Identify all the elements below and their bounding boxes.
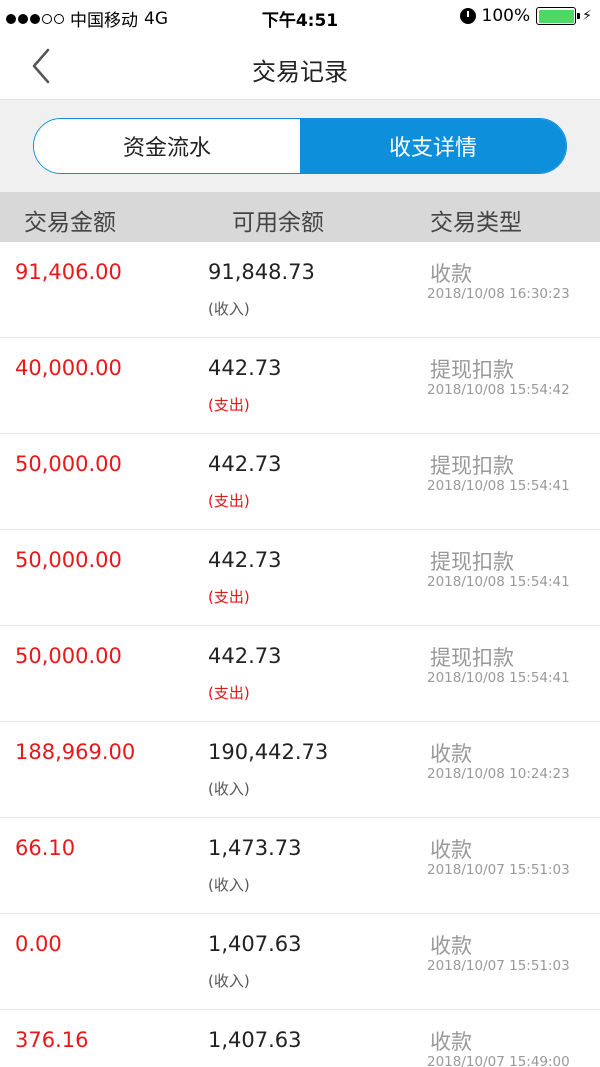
header-balance: 可用余额 — [232, 210, 324, 236]
transaction-type: 收款 — [430, 1030, 472, 1054]
table-row[interactable]: 50,000.00 442.73 (支出) 提现扣款 2018/10/08 15… — [0, 434, 600, 530]
transaction-datetime: 2018/10/08 15:54:41 — [427, 478, 570, 494]
table-header: 交易金额 可用余额 交易类型 — [0, 192, 600, 242]
direction-label: (收入) — [208, 300, 250, 318]
amount: 40,000.00 — [15, 356, 122, 380]
amount: 50,000.00 — [15, 452, 122, 476]
balance: 442.73 — [208, 356, 282, 380]
status-bar: 中国移动 4G 下午4:51 100% ⚡ — [0, 0, 600, 34]
balance: 442.73 — [208, 644, 282, 668]
direction-label: (支出) — [208, 588, 250, 606]
direction-label: (收入) — [208, 780, 250, 798]
transaction-type: 提现扣款 — [430, 550, 514, 574]
battery-percent: 100% — [481, 6, 531, 26]
page-title: 交易记录 — [252, 58, 348, 86]
balance: 1,407.63 — [208, 932, 302, 956]
amount: 188,969.00 — [15, 740, 136, 764]
transaction-datetime: 2018/10/08 15:54:41 — [427, 574, 570, 590]
tab-income-expense-details[interactable]: 收支详情 — [300, 119, 566, 173]
status-right: 100% ⚡ — [459, 6, 592, 26]
balance: 442.73 — [208, 452, 282, 476]
transaction-datetime: 2018/10/07 15:49:00 — [427, 1054, 570, 1067]
table-row[interactable]: 376.16 1,407.63 收款 2018/10/07 15:49:00 — [0, 1010, 600, 1067]
segmented-control: 资金流水 收支详情 — [33, 118, 567, 174]
amount: 50,000.00 — [15, 548, 122, 572]
transaction-datetime: 2018/10/08 15:54:42 — [427, 382, 570, 398]
balance: 91,848.73 — [208, 260, 315, 284]
header-type: 交易类型 — [430, 210, 522, 236]
balance: 1,407.63 — [208, 1028, 302, 1052]
transaction-type: 提现扣款 — [430, 358, 514, 382]
transaction-datetime: 2018/10/08 16:30:23 — [427, 286, 570, 302]
tab-fund-flow[interactable]: 资金流水 — [34, 119, 300, 173]
transaction-list: 91,406.00 91,848.73 (收入) 收款 2018/10/08 1… — [0, 242, 600, 1067]
direction-label: (支出) — [208, 684, 250, 702]
amount: 376.16 — [15, 1028, 89, 1052]
table-row[interactable]: 0.00 1,407.63 (收入) 收款 2018/10/07 15:51:0… — [0, 914, 600, 1010]
direction-label: (支出) — [208, 396, 250, 414]
transaction-type: 收款 — [430, 262, 472, 286]
transaction-type: 提现扣款 — [430, 646, 514, 670]
direction-label: (支出) — [208, 492, 250, 510]
direction-label: (收入) — [208, 876, 250, 894]
table-row[interactable]: 40,000.00 442.73 (支出) 提现扣款 2018/10/08 15… — [0, 338, 600, 434]
amount: 50,000.00 — [15, 644, 122, 668]
direction-label: (收入) — [208, 972, 250, 990]
amount: 66.10 — [15, 836, 76, 860]
transaction-datetime: 2018/10/08 10:24:23 — [427, 766, 570, 782]
transaction-type: 收款 — [430, 934, 472, 958]
battery-icon — [536, 7, 581, 25]
charging-icon: ⚡ — [582, 8, 592, 24]
amount: 91,406.00 — [15, 260, 122, 284]
segment-area: 资金流水 收支详情 — [0, 100, 600, 192]
amount: 0.00 — [15, 932, 62, 956]
transaction-datetime: 2018/10/07 15:51:03 — [427, 862, 570, 878]
balance: 442.73 — [208, 548, 282, 572]
balance: 1,473.73 — [208, 836, 302, 860]
navigation-bar: 交易记录 — [0, 34, 600, 100]
alarm-clock-icon — [459, 8, 476, 24]
transaction-datetime: 2018/10/07 15:51:03 — [427, 958, 570, 974]
transaction-datetime: 2018/10/08 15:54:41 — [427, 670, 570, 686]
header-amount: 交易金额 — [24, 210, 116, 236]
table-row[interactable]: 66.10 1,473.73 (收入) 收款 2018/10/07 15:51:… — [0, 818, 600, 914]
table-row[interactable]: 188,969.00 190,442.73 (收入) 收款 2018/10/08… — [0, 722, 600, 818]
transaction-type: 提现扣款 — [430, 454, 514, 478]
balance: 190,442.73 — [208, 740, 329, 764]
table-row[interactable]: 50,000.00 442.73 (支出) 提现扣款 2018/10/08 15… — [0, 626, 600, 722]
table-row[interactable]: 50,000.00 442.73 (支出) 提现扣款 2018/10/08 15… — [0, 530, 600, 626]
transaction-type: 收款 — [430, 742, 472, 766]
table-row[interactable]: 91,406.00 91,848.73 (收入) 收款 2018/10/08 1… — [0, 242, 600, 338]
transaction-type: 收款 — [430, 838, 472, 862]
